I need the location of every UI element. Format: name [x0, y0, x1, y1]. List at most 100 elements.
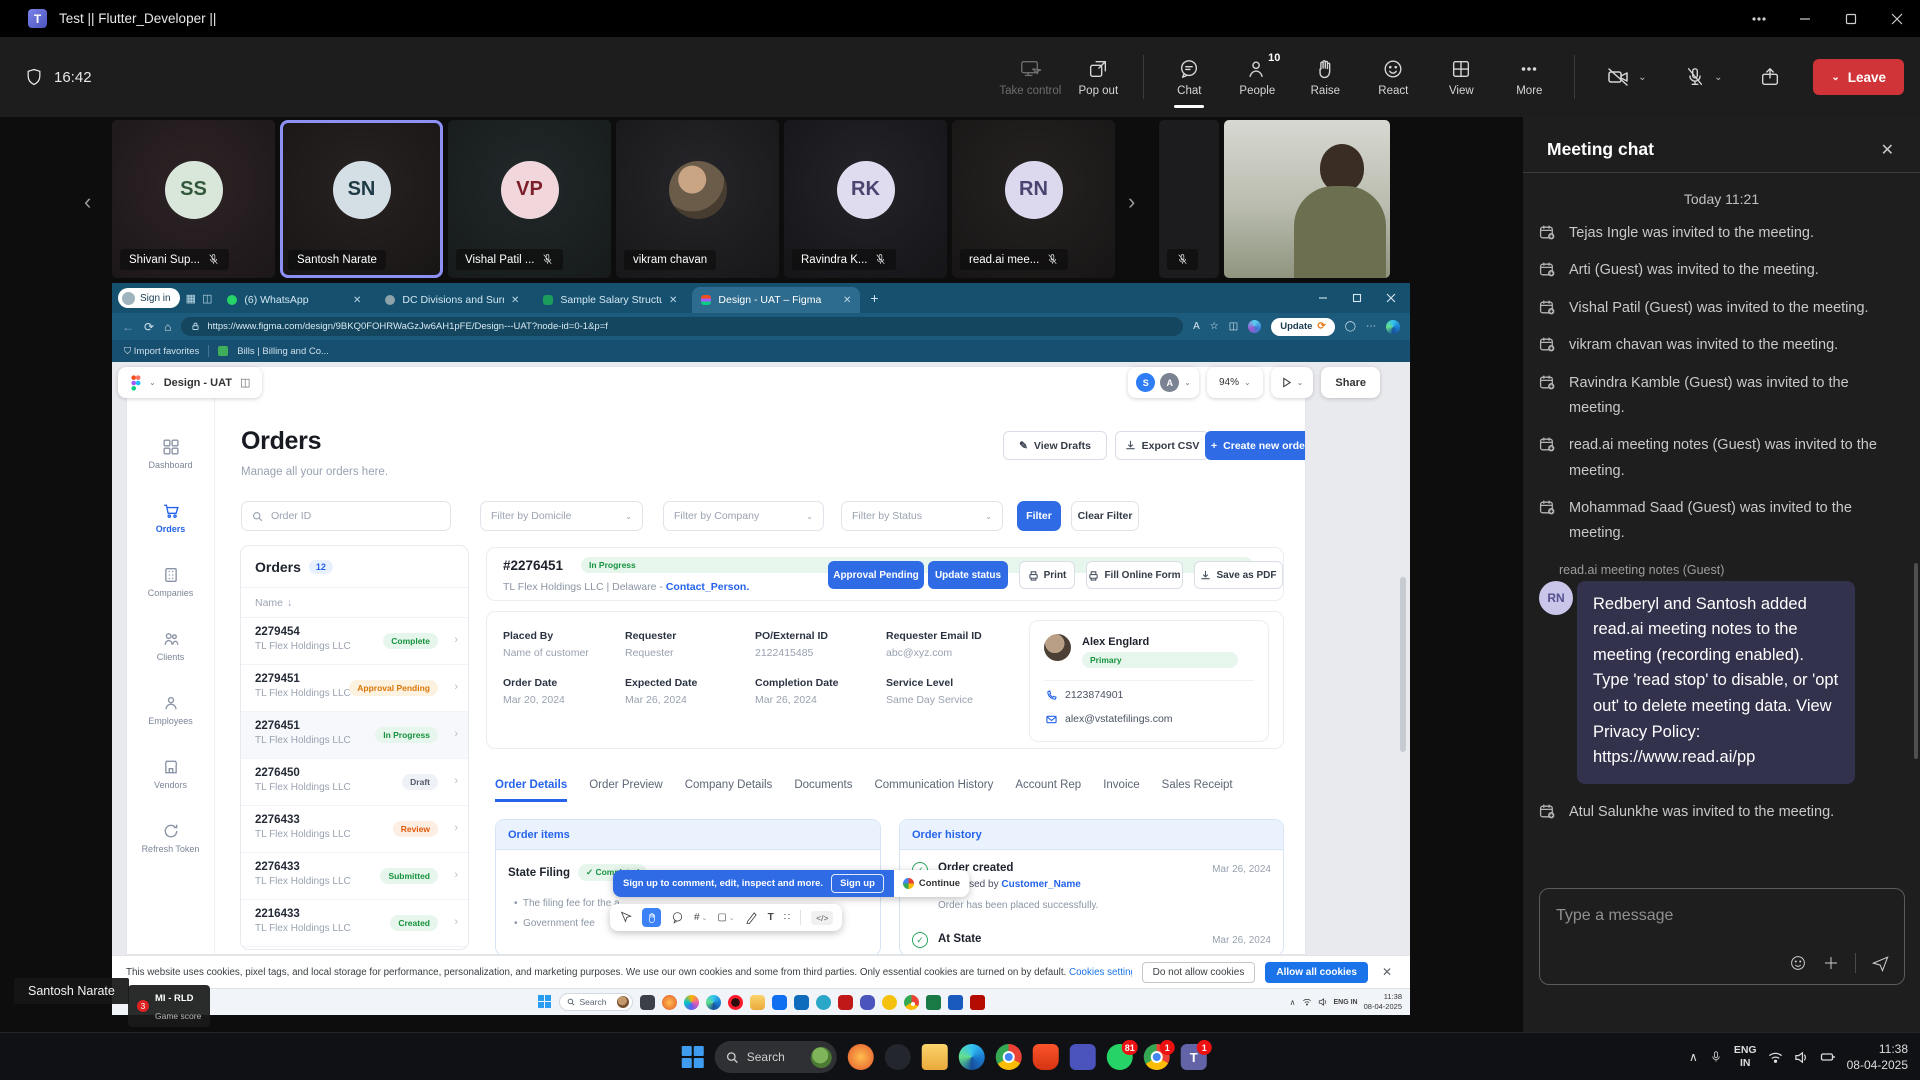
folder-icon[interactable] — [750, 995, 765, 1010]
more-button[interactable]: More — [1498, 44, 1560, 110]
share-button[interactable] — [1743, 44, 1797, 110]
order-row[interactable]: 2276450TL Flex Holdings LLCDraft› — [241, 759, 468, 806]
split-screen-icon[interactable]: ◫ — [1229, 321, 1238, 332]
close-icon[interactable] — [1874, 0, 1920, 37]
browser-update-button[interactable]: Update⟳ — [1271, 318, 1335, 336]
close-icon[interactable]: ✕ — [1881, 140, 1894, 160]
leave-button[interactable]: ⌄ Leave — [1813, 59, 1904, 95]
opera-icon[interactable] — [728, 995, 743, 1010]
copilot-icon[interactable] — [1248, 320, 1261, 333]
google-continue-button[interactable]: Continue — [894, 870, 969, 897]
excel-icon[interactable] — [926, 995, 941, 1010]
order-row[interactable]: 2276433TL Flex Holdings LLCSubmitted› — [241, 853, 468, 900]
edge-icon[interactable] — [706, 995, 721, 1010]
tab-sales-receipt[interactable]: Sales Receipt — [1162, 779, 1233, 802]
text-tool-icon[interactable]: T — [768, 912, 774, 923]
language-indicator[interactable]: ENG IN — [1334, 999, 1358, 1006]
tab-close-icon[interactable]: ✕ — [843, 295, 851, 306]
video-tile[interactable]: RN read.ai mee... — [952, 120, 1115, 278]
figma-zoom-control[interactable]: 94%⌄ — [1207, 367, 1263, 398]
outlook-icon[interactable] — [794, 995, 809, 1010]
tab-account-rep[interactable]: Account Rep — [1015, 779, 1081, 802]
shape-tool-icon[interactable]: ▢ ⌄ — [717, 912, 734, 923]
brave-icon[interactable] — [1033, 1044, 1059, 1070]
chrome-badged-icon[interactable]: 1 — [1144, 1044, 1170, 1070]
browser-menu-icon[interactable]: ⋯ — [1366, 321, 1376, 332]
video-tile-camera-on[interactable] — [1224, 120, 1390, 278]
video-tile[interactable]: VP Vishal Patil ... — [448, 120, 611, 278]
figma-collaborators[interactable]: S A ⌄ — [1128, 367, 1199, 398]
order-row[interactable]: 2279451TL Flex Holdings LLCApproval Pend… — [241, 665, 468, 712]
order-row[interactable]: 2216433TL Flex Holdings LLCCreated› — [241, 900, 468, 947]
pen-tool-icon[interactable] — [745, 911, 758, 924]
acrobat-icon[interactable] — [970, 995, 985, 1010]
home-icon[interactable]: ⌂ — [164, 320, 171, 334]
order-row-selected[interactable]: 2276451TL Flex Holdings LLCIn Progress› — [241, 712, 468, 759]
firefox-icon[interactable] — [848, 1044, 874, 1070]
chevron-down-icon[interactable]: ⌄ — [149, 378, 156, 387]
tab-documents[interactable]: Documents — [794, 779, 852, 802]
new-tab-icon[interactable]: + — [870, 290, 878, 306]
sidebar-item-companies[interactable]: Companies — [129, 567, 213, 598]
volume-icon[interactable] — [1794, 1050, 1809, 1065]
chrome-icon[interactable] — [904, 995, 919, 1010]
presenter-search[interactable]: Search — [559, 993, 633, 1011]
pop-out-button[interactable]: Pop out — [1067, 44, 1129, 110]
signup-button[interactable]: Sign up — [831, 874, 884, 893]
fill-online-form-button[interactable]: Fill Online Form — [1086, 561, 1183, 589]
read-aloud-icon[interactable]: A — [1193, 321, 1200, 332]
teams-icon[interactable]: T1 — [1181, 1044, 1207, 1070]
column-header[interactable]: Name — [255, 597, 283, 609]
video-tile-active-speaker[interactable]: SN Santosh Narate — [280, 120, 443, 278]
window-more-icon[interactable] — [1736, 0, 1782, 37]
edge-logo-icon[interactable] — [1386, 320, 1400, 334]
browser-maximize-icon[interactable] — [1352, 293, 1362, 303]
resources-tool-icon[interactable]: ∷ — [784, 912, 790, 923]
save-as-pdf-button[interactable]: Save as PDF — [1194, 561, 1283, 589]
contact-phone[interactable]: 2123874901 — [1065, 689, 1123, 701]
chrome-icon[interactable] — [996, 1044, 1022, 1070]
export-csv-button[interactable]: Export CSV — [1115, 431, 1209, 460]
raise-button[interactable]: Raise — [1294, 44, 1356, 110]
people-button[interactable]: 10 People — [1226, 44, 1288, 110]
message-bubble[interactable]: Redberyl and Santosh added read.ai meeti… — [1577, 581, 1855, 784]
sort-desc-icon[interactable]: ↓ — [287, 597, 292, 609]
tab-communication-history[interactable]: Communication History — [874, 779, 993, 802]
deny-cookies-button[interactable]: Do not allow cookies — [1142, 962, 1256, 983]
system-clock[interactable]: 11:38 08-04-2025 — [1847, 1041, 1908, 1073]
tiles-scroll-right-icon[interactable]: › — [1128, 189, 1135, 215]
tiles-scroll-left-icon[interactable]: ‹ — [84, 189, 91, 215]
profile-icon[interactable]: ◯ — [1345, 321, 1356, 332]
whatsapp-icon[interactable]: 81 — [1107, 1044, 1133, 1070]
folder-icon[interactable] — [922, 1044, 948, 1070]
tab-close-icon[interactable]: ✕ — [511, 295, 519, 306]
allow-cookies-button[interactable]: Allow all cookies — [1265, 962, 1368, 983]
vertical-tabs-icon[interactable]: ◫ — [202, 292, 212, 305]
camera-button[interactable]: ⌄ — [1589, 44, 1663, 110]
import-favorites-link[interactable]: ⛉ Import favorites — [124, 346, 199, 357]
browser-minimize-icon[interactable] — [1318, 293, 1328, 303]
sidebar-item-vendors[interactable]: Vendors — [129, 759, 213, 790]
video-tile[interactable]: RK Ravindra K... — [784, 120, 947, 278]
send-icon[interactable] — [1871, 954, 1890, 973]
word-icon[interactable] — [948, 995, 963, 1010]
react-button[interactable]: React — [1362, 44, 1424, 110]
store-icon[interactable] — [772, 995, 787, 1010]
sidebar-item-employees[interactable]: Employees — [129, 695, 213, 726]
figma-present-button[interactable]: ⌄ — [1271, 367, 1314, 398]
video-tile-partial[interactable] — [1159, 120, 1219, 278]
maximize-icon[interactable] — [1828, 0, 1874, 37]
tab-order-preview[interactable]: Order Preview — [589, 779, 663, 802]
cookie-settings-link[interactable]: Cookies settings — [1069, 967, 1132, 978]
browser-tab[interactable]: Sample Salary Structure with calc✕ — [534, 287, 686, 313]
firefox-icon[interactable] — [662, 995, 677, 1010]
canvas-scrollbar[interactable] — [1400, 577, 1406, 752]
tab-company-details[interactable]: Company Details — [685, 779, 773, 802]
dev-mode-toggle[interactable]: </> — [811, 911, 833, 925]
tab-order-details[interactable]: Order Details — [495, 779, 567, 802]
teams-icon[interactable] — [860, 995, 875, 1010]
chat-button[interactable]: Chat — [1158, 44, 1220, 110]
browser-profile-button[interactable]: Sign in — [118, 288, 180, 308]
mic-button[interactable]: ⌄ — [1669, 44, 1737, 110]
frame-tool-icon[interactable]: # ⌄ — [694, 912, 707, 923]
